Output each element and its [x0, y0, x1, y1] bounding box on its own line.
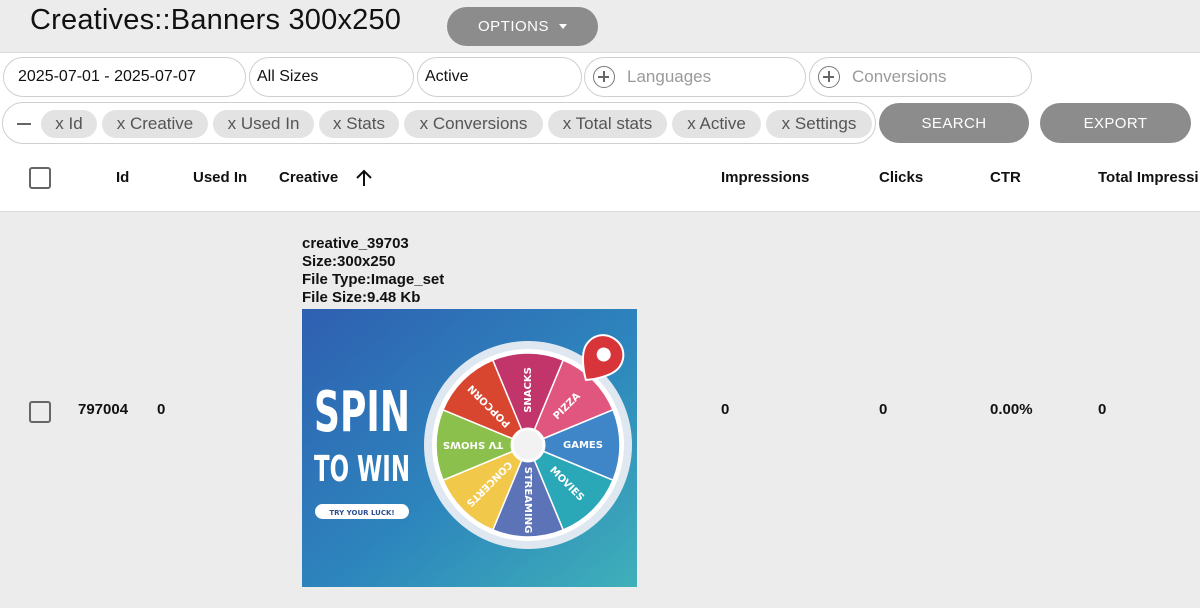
- wheel-segment-label: SNACKS: [523, 367, 534, 413]
- column-header-ctr[interactable]: CTR: [990, 169, 1021, 186]
- cell-clicks: 0: [879, 401, 888, 418]
- size-select[interactable]: All Sizes: [249, 57, 414, 97]
- banner-cta-text: TRY YOUR LUCK!: [329, 509, 394, 517]
- banner-image: SPIN TO WIN TRY YOUR LUCK! PIZZAGAMESMOV…: [302, 309, 637, 587]
- collapse-minus-icon[interactable]: [17, 123, 31, 125]
- select-all-checkbox[interactable]: [29, 167, 51, 189]
- column-chips-bar: x Id x Creative x Used In x Stats x Conv…: [2, 102, 876, 144]
- caret-down-icon: [559, 24, 567, 29]
- export-button[interactable]: EXPORT: [1040, 103, 1191, 143]
- creative-meta: creative_39703 Size:300x250 File Type:Im…: [302, 235, 444, 307]
- banner-preview[interactable]: SPIN TO WIN TRY YOUR LUCK! PIZZA GAMES MOV…: [302, 309, 637, 587]
- plus-circle-icon: [818, 66, 840, 88]
- column-header-total-impressions[interactable]: Total Impressi: [1098, 169, 1199, 186]
- sort-ascending-icon[interactable]: [354, 168, 374, 188]
- wheel-hub: [510, 427, 546, 463]
- options-button[interactable]: OPTIONS: [447, 7, 598, 46]
- chip-creative[interactable]: x Creative: [102, 110, 208, 138]
- page-title: Creatives::Banners 300x250: [30, 4, 402, 36]
- chip-id[interactable]: x Id: [41, 110, 97, 138]
- date-range-field[interactable]: 2025-07-01 - 2025-07-07: [3, 57, 246, 97]
- table-header: Id Used In Creative Impressions Clicks C…: [0, 146, 1200, 212]
- creative-name: creative_39703: [302, 235, 409, 252]
- options-label: OPTIONS: [477, 18, 549, 35]
- languages-filter[interactable]: Languages: [584, 57, 806, 97]
- status-select[interactable]: Active: [417, 57, 582, 97]
- creative-file-size: File Size:9.48 Kb: [302, 289, 421, 306]
- wheel-segment-label: STREAMING: [522, 467, 533, 534]
- size-select-value: All Sizes: [257, 68, 319, 85]
- status-select-value: Active: [425, 68, 469, 85]
- cell-id: 797004: [78, 401, 129, 418]
- chip-stats[interactable]: x Stats: [319, 110, 399, 138]
- banner-headline-2: TO WIN: [314, 449, 410, 490]
- date-range-value: 2025-07-01 - 2025-07-07: [18, 68, 196, 85]
- creative-file-type: File Type:Image_set: [302, 271, 445, 288]
- chip-conversions[interactable]: x Conversions: [404, 110, 543, 138]
- creative-size: Size:300x250: [302, 253, 396, 270]
- column-header-creative[interactable]: Creative: [279, 169, 338, 186]
- chip-total-stats[interactable]: x Total stats: [548, 110, 667, 138]
- conversions-filter[interactable]: Conversions: [809, 57, 1032, 97]
- plus-circle-icon: [593, 66, 615, 88]
- chip-active[interactable]: x Active: [672, 110, 761, 138]
- banner-headline-1: SPIN: [314, 380, 410, 445]
- cell-total-impressions: 0: [1098, 401, 1107, 418]
- cell-ctr: 0.00%: [990, 401, 1033, 418]
- column-header-used-in[interactable]: Used In: [193, 169, 247, 186]
- cell-impressions: 0: [721, 401, 730, 418]
- table-row: 797004 0 creative_39703 Size:300x250 Fil…: [0, 213, 1200, 608]
- row-checkbox[interactable]: [29, 401, 51, 423]
- conversions-placeholder: Conversions: [852, 67, 947, 86]
- wheel-segment-label: TV SHOWS: [443, 439, 503, 450]
- chip-settings[interactable]: x Settings: [766, 110, 872, 138]
- column-header-impressions[interactable]: Impressions: [721, 169, 809, 186]
- column-header-id[interactable]: Id: [116, 169, 129, 186]
- wheel-segment-label: GAMES: [563, 440, 603, 451]
- cell-used-in: 0: [157, 401, 166, 418]
- chip-used-in[interactable]: x Used In: [213, 110, 314, 138]
- languages-placeholder: Languages: [627, 67, 712, 86]
- search-button[interactable]: SEARCH: [879, 103, 1029, 143]
- column-header-clicks[interactable]: Clicks: [879, 169, 923, 186]
